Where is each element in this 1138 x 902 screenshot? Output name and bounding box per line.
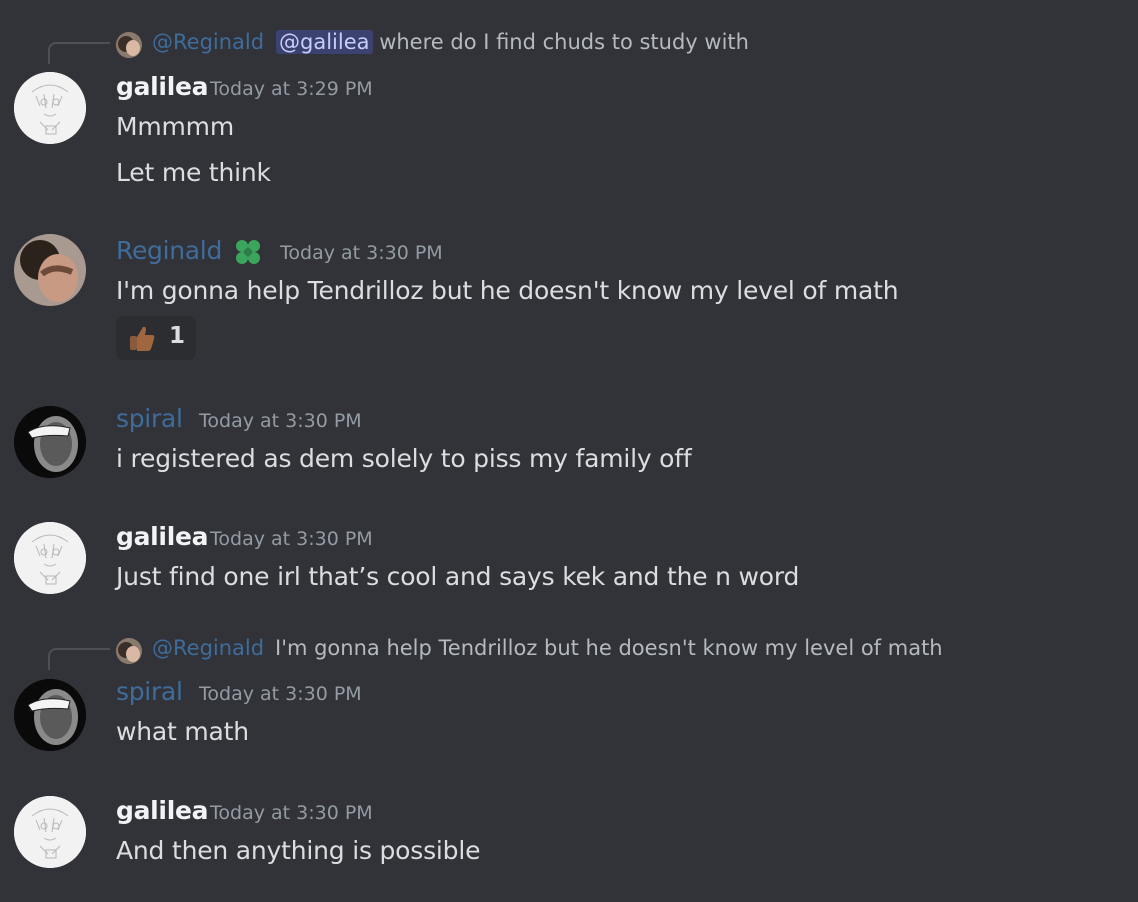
author-name[interactable]: spiral [116, 404, 183, 433]
author-name[interactable]: galilea [116, 72, 209, 101]
timestamp[interactable]: Today at 3:30 PM [210, 802, 373, 824]
author-name[interactable]: galilea [116, 796, 209, 825]
message-text: And then anything is possible [116, 836, 481, 865]
avatar[interactable] [14, 679, 86, 751]
author-name[interactable]: galilea [116, 522, 209, 551]
timestamp[interactable]: Today at 3:30 PM [199, 683, 362, 705]
message-text: what math [116, 717, 249, 746]
message-text: Let me think [116, 158, 271, 187]
timestamp[interactable]: Today at 3:29 PM [210, 78, 373, 100]
mention[interactable]: @galilea [276, 30, 373, 54]
message-text: Just find one irl that’s cool and says k… [116, 562, 800, 591]
thumbs-up-icon [127, 323, 157, 357]
avatar[interactable] [14, 234, 86, 306]
clover-badge-icon[interactable] [232, 236, 264, 272]
reply-connector [48, 648, 110, 670]
avatar [116, 638, 142, 664]
reply-author[interactable]: @Reginald [152, 636, 264, 660]
message-text: i registered as dem solely to piss my fa… [116, 444, 692, 473]
avatar[interactable] [14, 406, 86, 478]
reply-text: where do I find chuds to study with [379, 30, 749, 54]
reply-author[interactable]: @Reginald [152, 30, 264, 54]
avatar[interactable] [14, 796, 86, 868]
reaction-count: 1 [169, 323, 186, 349]
reply-connector [48, 42, 110, 64]
reaction-thumbs-up[interactable]: 1 [116, 316, 196, 360]
reply-preview[interactable]: @Reginald @galilea where do I find chuds… [0, 30, 1138, 64]
avatar[interactable] [14, 522, 86, 594]
message-text: Mmmmm [116, 112, 234, 141]
reply-preview[interactable]: @Reginald I'm gonna help Tendrilloz but … [0, 636, 1138, 670]
author-name[interactable]: Reginald [116, 236, 222, 265]
avatar [116, 32, 142, 58]
timestamp[interactable]: Today at 3:30 PM [280, 242, 443, 264]
author-name[interactable]: spiral [116, 677, 183, 706]
avatar[interactable] [14, 72, 86, 144]
reply-text: I'm gonna help Tendrilloz but he doesn't… [275, 636, 943, 660]
reply-content: @galilea where do I find chuds to study … [276, 30, 749, 54]
timestamp[interactable]: Today at 3:30 PM [199, 410, 362, 432]
message-text: I'm gonna help Tendrilloz but he doesn't… [116, 276, 899, 305]
timestamp[interactable]: Today at 3:30 PM [210, 528, 373, 550]
